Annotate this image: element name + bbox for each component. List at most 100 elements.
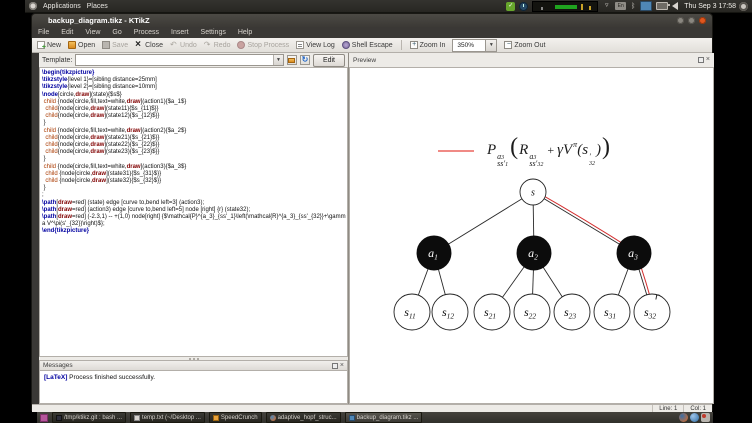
menu-settings[interactable]: Settings (195, 29, 232, 36)
combo-arrow-icon[interactable]: ▼ (485, 39, 497, 51)
backup-tree-diagram: sa1 a2 a3s11 s12 s21 s22 s23 s31 s32r (393, 178, 671, 331)
toolbar-button-label: Stop Process (247, 41, 290, 49)
ubuntu-logo-icon[interactable] (29, 2, 37, 10)
svg-text:s: s (531, 188, 535, 199)
zoom-level-combo[interactable]: 350% ▼ (452, 38, 498, 52)
desktop-taskbar: /tmp/ktikz.git : bash ... temp.txt (~/Des… (37, 412, 713, 423)
task-button-label: /tmp/ktikz.git : bash ... (64, 414, 123, 421)
status-line: Line: 1 (652, 405, 683, 412)
code-line: child {node[circle,fill,text=white,draw]… (43, 163, 187, 170)
shell-icon (341, 41, 350, 49)
code-line: child{node[circle,draw](state23){$s_{23}… (45, 149, 160, 156)
view-log-button[interactable]: View Log (296, 41, 335, 49)
desktop-top-panel: Applications Places ✓ ▿ En ᛒ Thu Sep 3 17:5… (25, 0, 752, 13)
preview-canvas: Pa3 ss′1 (R a3 ss′32 + γVπ(s ′ 32)) s a1 a2 a3 s11 s1… (349, 67, 714, 404)
template-row: Template: ▼ ↻ Edit (39, 53, 348, 67)
edit-template-button[interactable]: Edit (312, 53, 345, 67)
display-icon[interactable] (640, 1, 653, 11)
shell-escape-button[interactable]: Shell Escape (341, 41, 393, 49)
battery-icon[interactable] (656, 2, 671, 10)
keyboard-layout-badge[interactable]: En (615, 2, 627, 10)
messages-panel-header: Messages × (39, 360, 348, 371)
open-button[interactable]: Open (68, 41, 95, 49)
code-line: ; (42, 192, 44, 199)
open-template-button[interactable] (286, 55, 297, 65)
places-menu[interactable]: Places (87, 3, 108, 10)
gimp-launcher-icon[interactable] (701, 413, 710, 422)
statusbar: Line: 1 Col: 1 (32, 404, 712, 412)
menu-insert[interactable]: Insert (165, 29, 195, 36)
code-line: \path[draw=red] (-2.3,1) -- +(1,0) node[… (42, 214, 346, 228)
window-title: backup_diagram.tikz - KTikZ (48, 16, 150, 25)
code-line: } (42, 156, 46, 163)
toolbar-button-label: New (47, 41, 62, 49)
code-editor[interactable]: \begin{tikzpicture} \tikzstyle{level 1}=[… (39, 67, 348, 357)
code-line: child{node[circle,draw](state22){$s_{22}… (45, 142, 160, 149)
bluetooth-icon[interactable]: ᛒ (630, 2, 636, 11)
zout-icon (504, 41, 513, 49)
clock-label[interactable]: Thu Sep 3 17:58 (681, 3, 739, 10)
combo-arrow-icon[interactable]: ▼ (272, 55, 283, 65)
preview-pane: Preview × Pa3 ss′1 (R a3 ss′32 + γVπ(s ′ 32)) sa… (349, 53, 714, 404)
zoom-in-button[interactable]: Zoom In (409, 41, 446, 49)
svg-text:r: r (655, 291, 660, 303)
firefox-launcher-icon[interactable] (679, 413, 688, 422)
preview-panel-header: Preview × (349, 53, 714, 67)
maximize-button[interactable] (688, 17, 695, 24)
float-panel-icon[interactable] (697, 57, 704, 63)
close-window-button[interactable] (699, 17, 706, 24)
system-monitor-applet[interactable] (532, 0, 599, 12)
code-line: \path[draw=red] (state) edge [curve to,b… (42, 199, 205, 206)
template-combo[interactable]: ▼ (75, 54, 284, 66)
close-panel-icon[interactable]: × (706, 56, 710, 63)
task-button-label: backup_diagram.tikz ... (356, 414, 419, 421)
menubar: File Edit View Go Process Insert Settings Help (32, 27, 712, 38)
task-button-label: temp.txt (~/Desktop ... (142, 414, 201, 421)
volume-icon[interactable] (672, 2, 679, 10)
code-line: child {node[circle,draw](state31){$s_{31… (45, 170, 162, 177)
menu-process[interactable]: Process (128, 29, 165, 36)
menu-go[interactable]: Go (106, 29, 127, 36)
minimize-button[interactable] (677, 17, 684, 24)
menu-view[interactable]: View (79, 29, 106, 36)
menu-help[interactable]: Help (232, 29, 258, 36)
task-browser-icon (269, 414, 276, 421)
globe-launcher-icon[interactable] (690, 413, 699, 422)
updates-icon[interactable]: ✓ (506, 1, 516, 11)
clock-applet-icon[interactable] (519, 1, 529, 11)
menu-file[interactable]: File (32, 29, 55, 36)
toolbar-button-label: View Log (306, 41, 335, 49)
toolbar-button-label: Zoom In (419, 41, 446, 49)
system-tray: ✓ ▿ En ᛒ (506, 0, 681, 12)
task-texteditor-icon (134, 414, 141, 421)
new-icon (37, 41, 46, 51)
bellman-backup-formula: Pa3 ss′1 (R a3 ss′32 + γVπ(s ′ 32)) (438, 134, 611, 168)
close-button[interactable]: Close (135, 39, 163, 50)
task-terminal[interactable]: /tmp/ktikz.git : bash ... (52, 412, 127, 423)
code-line: child{node[circle,draw](state11){$s_{11}… (45, 106, 159, 113)
new-button[interactable]: New (37, 41, 62, 51)
close-panel-icon[interactable]: × (340, 362, 344, 369)
code-line: child{node[circle,draw](state12){$s_{12}… (45, 113, 160, 120)
window-titlebar[interactable]: backup_diagram.tikz - KTikZ (32, 14, 712, 27)
task-texteditor[interactable]: temp.txt (~/Desktop ... (130, 412, 205, 423)
ktikz-window: backup_diagram.tikz - KTikZ File Edit View… (31, 13, 714, 412)
wifi-icon[interactable]: ▿ (602, 2, 611, 10)
float-panel-icon[interactable] (331, 362, 338, 369)
undo-icon (170, 40, 178, 49)
show-desktop-icon[interactable] (40, 413, 48, 422)
zoom-out-button[interactable]: Zoom Out (504, 41, 545, 49)
task-browser[interactable]: adaptive_hopf_struc... (265, 412, 341, 423)
messages-title: Messages (43, 362, 73, 369)
applications-menu[interactable]: Applications (43, 3, 81, 10)
reload-template-button[interactable]: ↻ (299, 55, 310, 65)
editor-pane: Template: ▼ ↻ Edit \begin{tikzpicture} \t… (39, 53, 349, 404)
task-ktikz[interactable]: backup_diagram.tikz ... (344, 412, 423, 423)
task-speedcrunch[interactable]: SpeedCrunch (208, 412, 262, 423)
menu-edit[interactable]: Edit (55, 29, 79, 36)
preview-title: Preview (353, 56, 377, 64)
reload-icon: ↻ (301, 55, 309, 64)
task-ktikz-icon (348, 414, 355, 421)
session-gear-icon[interactable] (739, 1, 748, 11)
zin-icon (409, 41, 418, 49)
